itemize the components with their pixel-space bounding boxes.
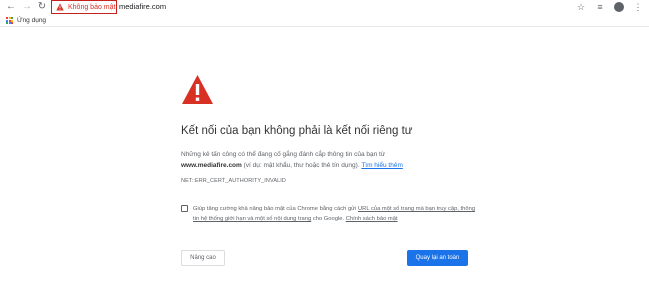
consent-checkbox[interactable] <box>181 205 188 212</box>
explanation-rest: (ví dụ: mật khẩu, thư hoặc thẻ tín dụng)… <box>241 162 362 169</box>
consent-pre: Giúp tăng cường khả năng bảo mật của Chr… <box>193 206 358 212</box>
bookmarks-bar: Ứng dụng <box>0 15 649 27</box>
address-bar[interactable]: Không bảo mật mediafire.com <box>48 0 623 14</box>
warning-icon <box>182 75 213 104</box>
arrow-right-icon[interactable]: → <box>21 1 33 13</box>
privacy-policy-link[interactable]: Chính sách bảo mật <box>346 216 398 222</box>
extension-icon[interactable]: ≡ <box>595 1 605 13</box>
more-icon[interactable]: ⋮ <box>633 1 643 13</box>
warning-icon <box>56 3 64 11</box>
error-code: NET::ERR_CERT_AUTHORITY_INVALID <box>181 178 286 184</box>
url-text[interactable]: mediafire.com <box>119 1 166 13</box>
profile-icon[interactable] <box>614 2 624 12</box>
browser-toolbar: ← → ↻ Không bảo mật mediafire.com ☆ ≡ ⋮ <box>0 0 649 15</box>
apps-label[interactable]: Ứng dụng <box>17 15 46 26</box>
apps-grid-icon[interactable] <box>6 17 13 24</box>
security-label: Không bảo mật <box>68 3 116 11</box>
reload-icon[interactable]: ↻ <box>36 1 48 13</box>
arrow-left-icon[interactable]: ← <box>5 1 17 13</box>
star-icon[interactable]: ☆ <box>576 1 586 13</box>
explanation-paragraph: Những kẻ tấn công có thể đang cố gắng đá… <box>181 149 471 171</box>
toolbar-right-icons: ☆ ≡ ⋮ <box>576 1 643 13</box>
explanation-line1: Những kẻ tấn công có thể đang cố gắng đá… <box>181 151 386 158</box>
domain-name: www.mediafire.com <box>181 162 242 169</box>
consent-text: Giúp tăng cường khả năng bảo mật của Chr… <box>193 204 479 224</box>
back-to-safety-button[interactable]: Quay lại an toàn <box>407 250 468 266</box>
learn-more-link[interactable]: Tìm hiểu thêm <box>361 162 403 169</box>
security-chip[interactable]: Không bảo mật <box>51 0 117 14</box>
advanced-button[interactable]: Nâng cao <box>181 250 225 266</box>
consent-mid: cho Google. <box>311 216 346 222</box>
page-title: Kết nối của bạn không phải là kết nối ri… <box>181 125 413 137</box>
